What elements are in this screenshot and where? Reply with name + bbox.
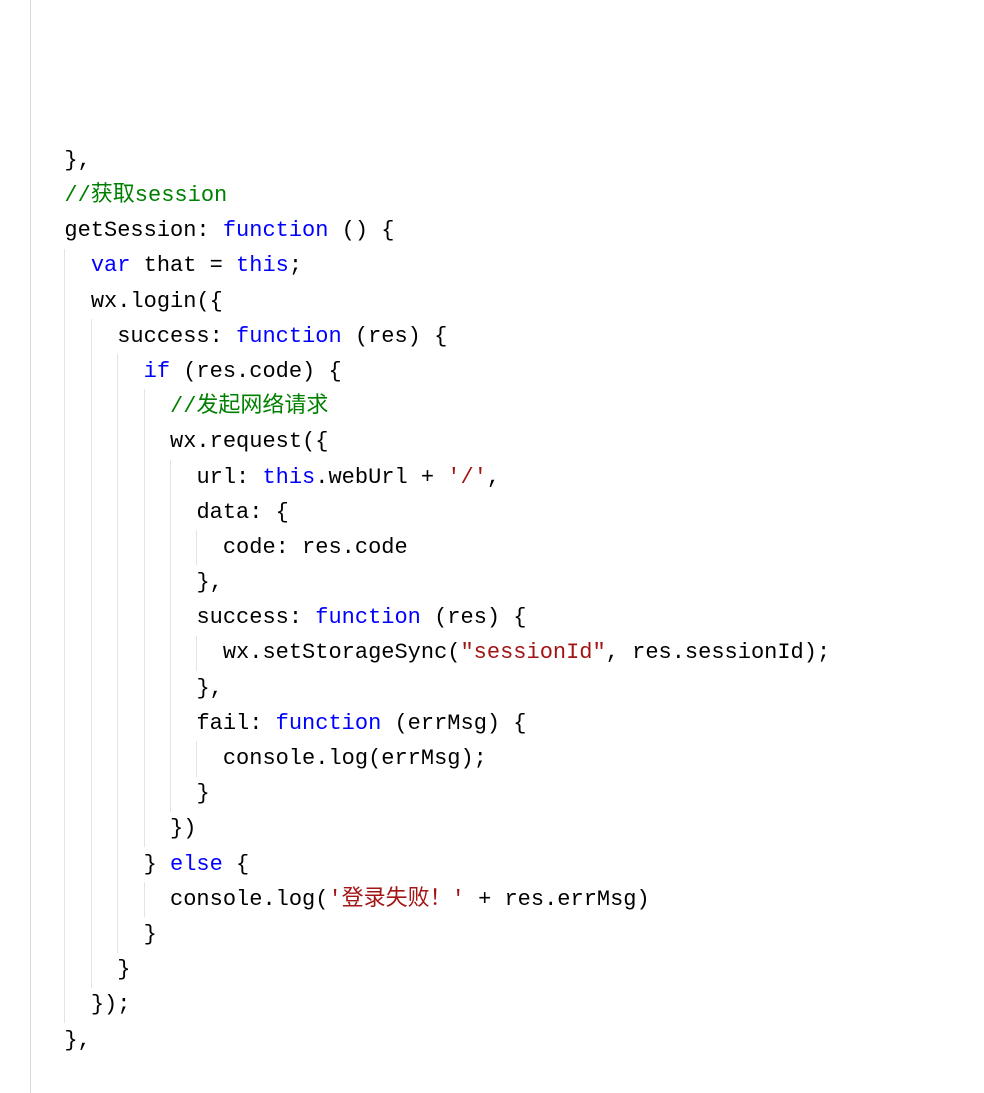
code-line: getSession: function () { xyxy=(38,213,984,248)
token-comment: //获取session xyxy=(64,183,227,208)
token-punct: , xyxy=(487,465,500,490)
token-keyword: this xyxy=(236,253,289,278)
code-line: } xyxy=(38,952,984,987)
code-line: url: this.webUrl + '/', xyxy=(38,460,984,495)
token-punct: } xyxy=(144,852,170,877)
code-line: success: function (res) { xyxy=(38,600,984,635)
token-punct: }, xyxy=(196,570,222,595)
token-ident: console.log(errMsg); xyxy=(223,746,487,771)
token-ident: success: xyxy=(117,324,236,349)
token-ident: success: xyxy=(196,605,315,630)
code-line: } xyxy=(38,917,984,952)
code-line: }, xyxy=(38,565,984,600)
code-line: //获取session xyxy=(38,178,984,213)
token-punct: }) xyxy=(170,816,196,841)
code-line: wx.request({ xyxy=(38,424,984,459)
code-line: }, xyxy=(38,671,984,706)
token-punct: ; xyxy=(289,253,302,278)
code-line: }); xyxy=(38,987,984,1022)
token-punct: } xyxy=(196,781,209,806)
token-ident: getSession: xyxy=(64,218,222,243)
token-ident: , res.sessionId); xyxy=(606,640,830,665)
token-keyword: else xyxy=(170,852,223,877)
code-line: }, xyxy=(38,143,984,178)
code-line: var that = this; xyxy=(38,248,984,283)
token-punct: }); xyxy=(91,992,131,1017)
token-ident: wx.request({ xyxy=(170,429,328,454)
code-line: }, xyxy=(38,1023,984,1058)
token-ident: (res.code) { xyxy=(170,359,342,384)
token-punct: { xyxy=(223,852,249,877)
code-line: success: function (res) { xyxy=(38,319,984,354)
token-keyword: function xyxy=(315,605,421,630)
code-line: //发起网络请求 xyxy=(38,389,984,424)
code-line: wx.login({ xyxy=(38,284,984,319)
token-ident: (errMsg) { xyxy=(381,711,526,736)
token-ident: wx.login({ xyxy=(91,289,223,314)
code-line: console.log(errMsg); xyxy=(38,741,984,776)
code-line: code: res.code xyxy=(38,530,984,565)
token-ident: () { xyxy=(328,218,394,243)
token-punct: }, xyxy=(64,148,90,173)
token-ident: that = xyxy=(130,253,236,278)
token-ident: console.log( xyxy=(170,887,328,912)
token-ident: data: { xyxy=(196,500,288,525)
token-string: "sessionId" xyxy=(460,640,605,665)
token-ident: code: res.code xyxy=(223,535,408,560)
token-ident: url: xyxy=(196,465,262,490)
token-ident: wx.setStorageSync( xyxy=(223,640,461,665)
code-line: }) xyxy=(38,811,984,846)
token-punct: }, xyxy=(64,1028,90,1053)
token-ident: .webUrl + xyxy=(315,465,447,490)
token-ident: (res) { xyxy=(342,324,448,349)
token-string: '登录失败！' xyxy=(328,887,464,912)
code-line: data: { xyxy=(38,495,984,530)
token-keyword: if xyxy=(144,359,170,384)
token-string: '/' xyxy=(447,465,487,490)
code-line: console.log('登录失败！' + res.errMsg) xyxy=(38,882,984,917)
code-line: } else { xyxy=(38,847,984,882)
code-editor: }, //获取session getSession: function () {… xyxy=(0,0,984,1093)
code-line: if (res.code) { xyxy=(38,354,984,389)
token-keyword: function xyxy=(276,711,382,736)
gutter-line xyxy=(30,0,31,1093)
code-line: wx.setStorageSync("sessionId", res.sessi… xyxy=(38,635,984,670)
token-punct: } xyxy=(144,922,157,947)
token-comment: //发起网络请求 xyxy=(170,394,328,419)
token-keyword: var xyxy=(91,253,131,278)
token-ident: fail: xyxy=(196,711,275,736)
token-punct: }, xyxy=(196,676,222,701)
token-keyword: function xyxy=(223,218,329,243)
code-block: }, //获取session getSession: function () {… xyxy=(38,143,984,1058)
code-line: fail: function (errMsg) { xyxy=(38,706,984,741)
token-ident: + res.errMsg) xyxy=(465,887,650,912)
token-punct: } xyxy=(117,957,130,982)
token-ident: (res) { xyxy=(421,605,527,630)
token-keyword: function xyxy=(236,324,342,349)
code-line: } xyxy=(38,776,984,811)
token-keyword: this xyxy=(262,465,315,490)
